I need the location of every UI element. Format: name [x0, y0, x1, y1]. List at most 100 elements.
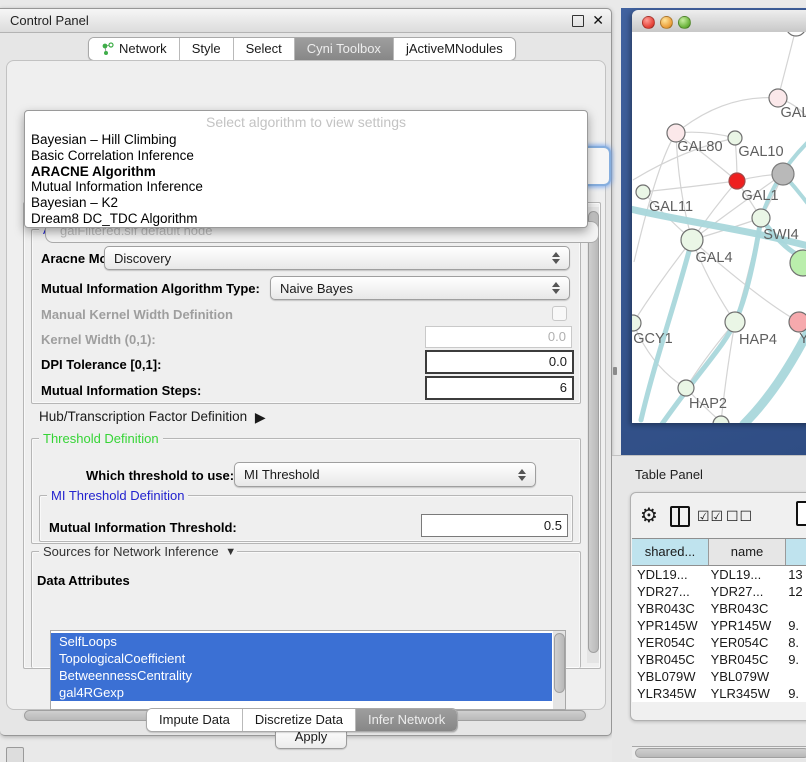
table-cell[interactable]: 8. — [779, 634, 806, 651]
table-cell[interactable]: YBL079W — [632, 668, 706, 685]
column-header-partial[interactable] — [786, 539, 806, 565]
table-row[interactable]: YER054CYER054C8. — [632, 634, 806, 651]
network-edge-thick[interactable] — [662, 218, 761, 423]
table-row[interactable]: YBL079WYBL079W — [632, 668, 806, 685]
tab-impute-data[interactable]: Impute Data — [147, 709, 243, 731]
algorithm-option[interactable]: Bayesian – K2 — [25, 195, 587, 211]
algorithm-option[interactable]: Basic Correlation Inference — [25, 148, 587, 164]
dpi-tolerance-field[interactable]: 0.0 — [425, 350, 574, 374]
settings-scrollbar-thumb[interactable] — [588, 211, 599, 653]
tab-infer-network[interactable]: Infer Network — [356, 709, 457, 731]
network-node[interactable] — [636, 185, 650, 199]
tab-cyni-toolbox[interactable]: Cyni Toolbox — [295, 38, 394, 60]
table-hscrollbar-track[interactable] — [632, 746, 806, 759]
data-attributes-list[interactable]: SelfLoopsTopologicalCoefficientBetweenne… — [50, 630, 566, 710]
close-icon[interactable]: ✕ — [592, 11, 604, 29]
network-edge[interactable] — [778, 32, 796, 98]
settings-scrollbar-track[interactable] — [587, 207, 599, 663]
network-window-titlebar[interactable] — [632, 10, 806, 33]
table-row[interactable]: YDR27...YDR27...12 — [632, 583, 806, 600]
data-attribute-item[interactable]: TopologicalCoefficient — [51, 650, 552, 667]
algorithm-option[interactable]: Mutual Information Inference — [25, 179, 587, 195]
tab-style[interactable]: Style — [180, 38, 234, 60]
gear-icon[interactable]: ⚙ — [640, 503, 658, 528]
list-scrollbar-thumb[interactable] — [554, 633, 565, 693]
close-traffic-light-icon[interactable] — [642, 16, 655, 29]
data-attribute-item[interactable]: SelfLoops — [51, 633, 552, 650]
network-node[interactable] — [752, 209, 770, 227]
sources-toggle[interactable]: Sources for Network Inference ▼ — [39, 544, 237, 559]
table-row[interactable]: YBR043CYBR043C — [632, 600, 806, 617]
hub-definition-toggle[interactable]: Hub/Transcription Factor Definition ▶ — [39, 408, 262, 425]
network-edge[interactable] — [633, 240, 692, 323]
table-row[interactable]: YPR145WYPR145W9. — [632, 617, 806, 634]
column-header-shared-name[interactable]: shared... — [632, 539, 709, 565]
zoom-traffic-light-icon[interactable] — [678, 16, 691, 29]
table-cell[interactable]: YPR145W — [632, 617, 706, 634]
table-row[interactable]: YLR345WYLR345W9. — [632, 685, 806, 702]
table-cell[interactable]: 12 — [779, 583, 806, 600]
aracne-mode-select[interactable]: Discovery — [104, 246, 570, 270]
float-window-icon[interactable] — [572, 15, 584, 27]
data-attribute-item[interactable]: gal4RGexp — [51, 684, 552, 701]
data-attribute-item[interactable]: BetweennessCentrality — [51, 667, 552, 684]
tab-jactivemnodules[interactable]: jActiveMNodules — [394, 38, 515, 60]
network-node[interactable] — [728, 131, 742, 145]
table-cell[interactable]: YDL19... — [706, 566, 780, 583]
mi-threshold-field[interactable]: 0.5 — [421, 514, 568, 537]
manual-kernel-checkbox[interactable] — [552, 306, 567, 321]
table-cell[interactable]: YLR345W — [632, 685, 706, 702]
tab-network[interactable]: Network — [89, 38, 180, 60]
network-node[interactable] — [678, 380, 694, 396]
algorithm-option[interactable]: ARACNE Algorithm — [25, 164, 587, 180]
deselect-all-checkboxes-icon[interactable]: ☐☐ — [726, 508, 753, 525]
table-cell[interactable]: YDL19... — [632, 566, 706, 583]
table-cell[interactable]: YDR27... — [632, 583, 706, 600]
network-canvas[interactable]: GALGAL80GAL10GAL1GAL11SWI4GAL4GCY1HAP4YH… — [632, 32, 806, 423]
table-cell[interactable]: YDR27... — [706, 583, 780, 600]
network-node[interactable] — [632, 315, 641, 331]
network-node[interactable] — [789, 312, 806, 332]
table-hscrollbar-thumb[interactable] — [635, 748, 806, 758]
table-cell[interactable]: YBL079W — [706, 668, 780, 685]
panel-divider-handle[interactable] — [613, 367, 617, 375]
algorithm-option[interactable]: Dream8 DC_TDC Algorithm — [25, 211, 587, 227]
mi-type-select[interactable]: Naive Bayes — [270, 276, 570, 300]
list-scrollbar-track[interactable] — [553, 631, 565, 709]
select-all-checkboxes-icon[interactable]: ☑☑ — [697, 508, 724, 525]
table-cell[interactable]: YER054C — [632, 634, 706, 651]
table-cell[interactable]: YPR145W — [706, 617, 780, 634]
kernel-width-field[interactable]: 0.0 — [425, 326, 572, 348]
columns-icon[interactable] — [670, 506, 690, 527]
table-row[interactable]: YDL19...YDL19...13 — [632, 566, 806, 583]
document-icon[interactable] — [796, 501, 806, 526]
tab-select[interactable]: Select — [234, 38, 295, 60]
table-cell[interactable]: YLR345W — [706, 685, 780, 702]
table-cell[interactable]: YBR043C — [632, 600, 706, 617]
column-header-name[interactable]: name — [709, 539, 786, 565]
algorithm-option[interactable]: Bayesian – Hill Climbing — [25, 132, 587, 148]
table-cell[interactable]: 13 — [779, 566, 806, 583]
mi-steps-field[interactable]: 6 — [425, 376, 574, 400]
table-cell[interactable]: 9. — [779, 651, 806, 668]
table-cell[interactable]: 9. — [779, 617, 806, 634]
which-threshold-select[interactable]: MI Threshold — [234, 462, 536, 487]
tab-discretize-data[interactable]: Discretize Data — [243, 709, 356, 731]
network-edge[interactable] — [643, 181, 737, 192]
table-row[interactable]: YBR045CYBR045C9. — [632, 651, 806, 668]
table-cell[interactable]: YBR045C — [632, 651, 706, 668]
table-cell[interactable]: YER054C — [706, 634, 780, 651]
minimize-traffic-light-icon[interactable] — [660, 16, 673, 29]
table-cell[interactable]: YBR045C — [706, 651, 780, 668]
network-node[interactable] — [725, 312, 745, 332]
table-cell[interactable]: YBR043C — [706, 600, 780, 617]
network-node[interactable] — [786, 32, 806, 36]
network-node[interactable] — [772, 163, 794, 185]
network-edge[interactable] — [676, 98, 778, 133]
network-node[interactable] — [729, 173, 745, 189]
table-cell[interactable] — [779, 668, 806, 685]
table-cell[interactable]: 9. — [779, 685, 806, 702]
network-node[interactable] — [681, 229, 703, 251]
minimized-panel-icon[interactable] — [6, 747, 24, 762]
table-cell[interactable] — [779, 600, 806, 617]
